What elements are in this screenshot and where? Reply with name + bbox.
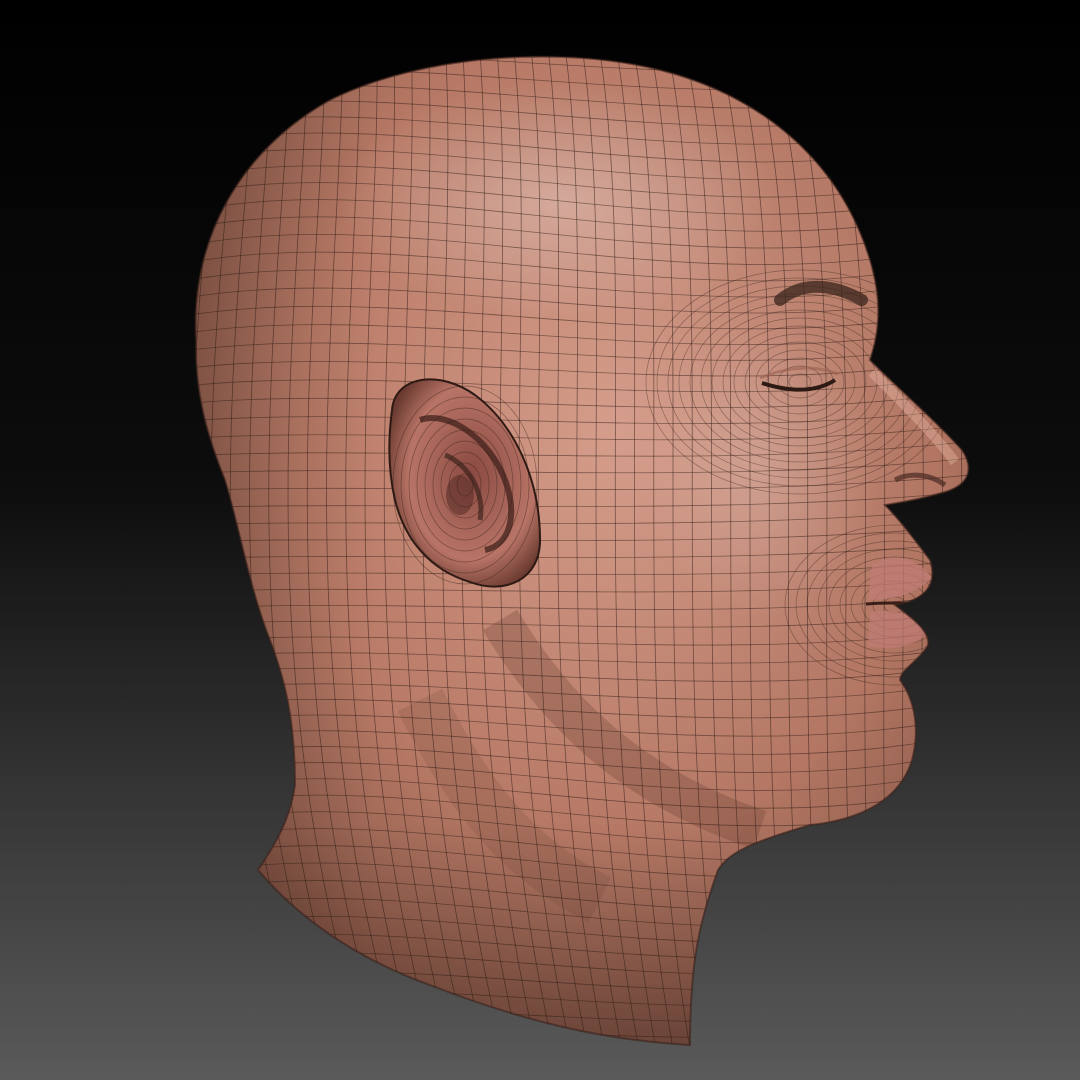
render-canvas <box>0 0 1080 1080</box>
sculpt-viewport[interactable] <box>0 0 1080 1080</box>
